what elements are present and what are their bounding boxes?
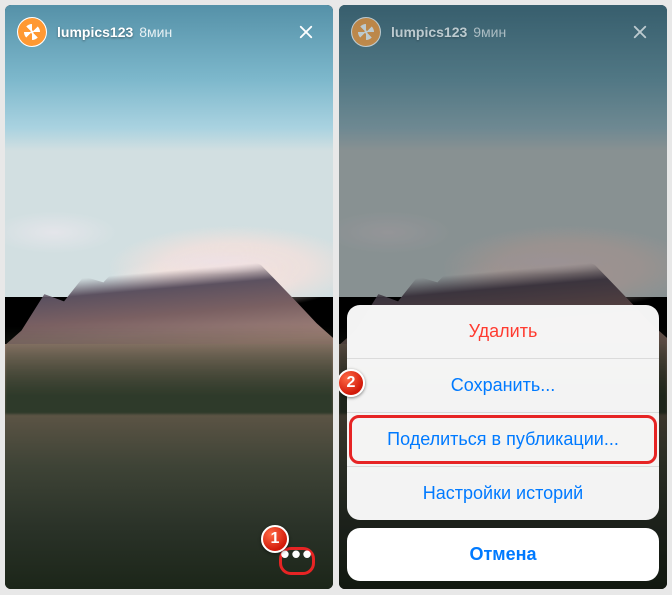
username-label[interactable]: lumpics123	[391, 24, 467, 40]
action-sheet: Удалить Сохранить... Поделиться в публик…	[347, 305, 659, 581]
avatar[interactable]	[17, 17, 47, 47]
close-icon[interactable]	[627, 19, 653, 45]
sheet-save-button[interactable]: Сохранить...	[347, 358, 659, 412]
phone-screen-left: lumpics123 8мин ••• 1	[5, 5, 333, 589]
sheet-delete-button[interactable]: Удалить	[347, 305, 659, 358]
more-dots-icon: •••	[280, 539, 313, 570]
sheet-share-post-label: Поделиться в публикации...	[387, 429, 619, 449]
phone-screen-right: lumpics123 9мин Удалить Сохранить... Под…	[339, 5, 667, 589]
time-ago-label: 8мин	[139, 24, 172, 40]
username-label[interactable]: lumpics123	[57, 24, 133, 40]
story-header: lumpics123 8мин	[5, 5, 333, 59]
story-image	[5, 5, 333, 589]
more-options-button[interactable]: •••	[279, 547, 315, 575]
sheet-share-post-button[interactable]: Поделиться в публикации...	[347, 412, 659, 466]
sheet-cancel-button[interactable]: Отмена	[347, 528, 659, 581]
story-header: lumpics123 9мин	[339, 5, 667, 59]
sheet-story-settings-button[interactable]: Настройки историй	[347, 466, 659, 520]
avatar[interactable]	[351, 17, 381, 47]
close-icon[interactable]	[293, 19, 319, 45]
time-ago-label: 9мин	[473, 24, 506, 40]
